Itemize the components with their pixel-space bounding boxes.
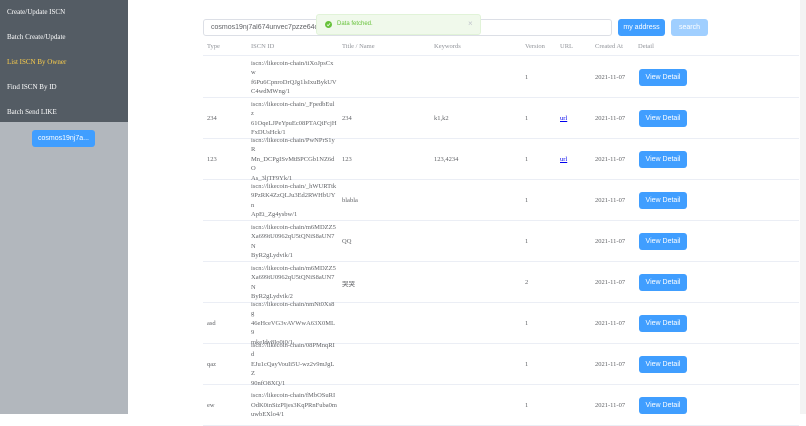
cell-iscn-id: iscn://likecoin-chain/iiXoJpsCxw f6Pu6Cp…	[251, 57, 337, 98]
table-row: 234 iscn://likecoin-chain/_FpedbEulz 61Oq…	[203, 98, 799, 139]
table-row: asd iscn://likecoin-chain/nmNt0Xs8g 46eHc…	[203, 301, 799, 346]
table-row: iscn://likecoin-chain/iiXoJpsCxw f6Pu6Cp…	[203, 57, 799, 98]
cell-type: 234	[207, 115, 217, 122]
cell-title: 123	[342, 156, 352, 163]
view-detail-button[interactable]: View Detail	[639, 315, 687, 332]
cell-created-at: 2021-11-07	[595, 402, 626, 409]
sidebar-item-list-iscn-by-owner[interactable]: List ISCN By Owner	[0, 50, 128, 75]
column-header-title: Title / Name	[342, 43, 375, 50]
url-link[interactable]: url	[560, 115, 567, 122]
view-detail-button[interactable]: View Detail	[639, 69, 687, 86]
iscn-id-text: iscn://likecoin-chain/m6MDZZ5 Xa699tU096…	[251, 223, 336, 260]
cell-version: 1	[525, 115, 529, 122]
column-header-type: Type	[207, 43, 220, 50]
column-header-iscn-id: ISCN ID	[251, 43, 275, 50]
table-header: Type ISCN ID Title / Name Keywords Versi…	[203, 37, 799, 56]
iscn-id-text: iscn://likecoin-chain/PwNPrS1yR Mn_DCPgI…	[251, 136, 335, 182]
cell-url: url	[560, 98, 567, 139]
cell-title: QQ	[342, 238, 352, 245]
cell-iscn-id: iscn://likecoin-chain/m6MDZZ5 Xa699tU096…	[251, 221, 337, 262]
cell-url: url	[560, 139, 567, 180]
table-row: iscn://likecoin-chain/m6MDZZ5 Xa699tU096…	[203, 221, 799, 262]
iscn-id-text: iscn://likecoin-chain/iiXoJpsCxw f6Pu6Cp…	[251, 59, 337, 96]
sidebar-item-create-update-iscn[interactable]: Create/Update ISCN	[0, 0, 128, 25]
cell-version: 1	[525, 74, 529, 81]
cell-keywords: 123,4234	[434, 156, 459, 163]
sidebar-item-find-iscn-by-id[interactable]: Find ISCN By ID	[0, 75, 128, 100]
check-circle-icon	[325, 21, 332, 28]
column-header-detail: Detail	[638, 43, 654, 50]
iscn-id-text: iscn://likecoin-chain/fMbOSuRI OdK0inSiz…	[251, 392, 337, 419]
cell-version: 1	[525, 361, 529, 368]
cell-created-at: 2021-11-07	[595, 279, 626, 286]
sidebar-item-batch-create-update[interactable]: Batch Create/Update	[0, 25, 128, 50]
cell-version: 2	[525, 279, 529, 286]
cell-title: blabla	[342, 197, 358, 204]
cell-iscn-id: iscn://likecoin-chain/08PMnqRId EJu1cQay…	[251, 342, 337, 387]
cell-type: ew	[207, 402, 215, 409]
cell-type: 123	[207, 156, 217, 163]
cell-version: 1	[525, 320, 529, 327]
cell-created-at: 2021-11-07	[595, 115, 626, 122]
table-row: 123 iscn://likecoin-chain/PwNPrS1yR Mn_DC…	[203, 137, 799, 182]
close-icon[interactable]: ×	[468, 20, 473, 28]
cell-iscn-id: iscn://likecoin-chain/m6MDZZ5 Xa699tU096…	[251, 262, 337, 303]
column-header-keywords: Keywords	[434, 43, 461, 50]
view-detail-button[interactable]: View Detail	[639, 233, 687, 250]
view-detail-button[interactable]: View Detail	[639, 192, 687, 209]
cell-keywords: k1,k2	[434, 115, 449, 122]
cell-title: 哭哭	[342, 280, 355, 288]
cell-created-at: 2021-11-07	[595, 197, 626, 204]
cell-version: 1	[525, 197, 529, 204]
table-row: qaz iscn://likecoin-chain/08PMnqRId EJu1c…	[203, 342, 799, 387]
view-detail-button[interactable]: View Detail	[639, 151, 687, 168]
cell-created-at: 2021-11-07	[595, 320, 626, 327]
cell-version: 1	[525, 156, 529, 163]
sidebar: Create/Update ISCN Batch Create/Update Lis…	[0, 0, 128, 414]
cell-created-at: 2021-11-07	[595, 156, 626, 163]
iscn-table-body: iscn://likecoin-chain/iiXoJpsCxw f6Pu6Cp…	[203, 57, 799, 426]
cell-version: 1	[525, 238, 529, 245]
iscn-id-text: iscn://likecoin-chain/_FpedbEulz 61OqeLJ…	[251, 100, 337, 137]
my-address-button[interactable]: my address	[618, 19, 665, 36]
cell-type: qaz	[207, 361, 217, 368]
cell-created-at: 2021-11-07	[595, 361, 626, 368]
table-row: iscn://likecoin-chain/_hWURTtk 9PzRK4ZzQ…	[203, 180, 799, 221]
iscn-id-text: iscn://likecoin-chain/m6MDZZ5 Xa699tU096…	[251, 264, 336, 301]
cell-version: 1	[525, 402, 529, 409]
cell-iscn-id: iscn://likecoin-chain/_hWURTtk 9PzRK4ZzQ…	[251, 180, 337, 221]
iscn-id-text: iscn://likecoin-chain/08PMnqRId EJu1cQay…	[251, 341, 335, 387]
cell-title: 234	[342, 115, 352, 122]
wallet-address-button[interactable]: cosmos19nj7a...	[32, 130, 95, 147]
column-header-created-at: Created At	[595, 43, 623, 50]
cell-iscn-id: iscn://likecoin-chain/nmNt0Xs8g 46eHceVG…	[251, 301, 337, 346]
success-toast: Data fetched. ×	[316, 14, 481, 35]
view-detail-button[interactable]: View Detail	[639, 274, 687, 291]
column-header-url: URL	[560, 43, 573, 50]
scrollbar[interactable]	[800, 0, 806, 414]
cell-iscn-id: iscn://likecoin-chain/_FpedbEulz 61OqeLJ…	[251, 98, 337, 139]
view-detail-button[interactable]: View Detail	[639, 397, 687, 414]
table-row: ew iscn://likecoin-chain/fMbOSuRI OdK0inS…	[203, 385, 799, 426]
view-detail-button[interactable]: View Detail	[639, 356, 687, 373]
view-detail-button[interactable]: View Detail	[639, 110, 687, 127]
column-header-version: Version	[525, 43, 545, 50]
iscn-id-text: iscn://likecoin-chain/_hWURTtk 9PzRK4ZzQ…	[251, 182, 337, 219]
table-row: iscn://likecoin-chain/m6MDZZ5 Xa699tU096…	[203, 262, 799, 303]
cell-created-at: 2021-11-07	[595, 74, 626, 81]
url-link[interactable]: url	[560, 156, 567, 163]
search-button[interactable]: search	[671, 19, 708, 36]
cell-created-at: 2021-11-07	[595, 238, 626, 245]
sidebar-account-area	[0, 122, 128, 414]
cell-type: asd	[207, 320, 216, 327]
cell-iscn-id: iscn://likecoin-chain/fMbOSuRI OdK0inSiz…	[251, 385, 337, 426]
sidebar-menu: Create/Update ISCN Batch Create/Update Lis…	[0, 0, 128, 125]
cell-iscn-id: iscn://likecoin-chain/PwNPrS1yR Mn_DCPgI…	[251, 137, 337, 182]
toast-message: Data fetched.	[337, 21, 373, 27]
